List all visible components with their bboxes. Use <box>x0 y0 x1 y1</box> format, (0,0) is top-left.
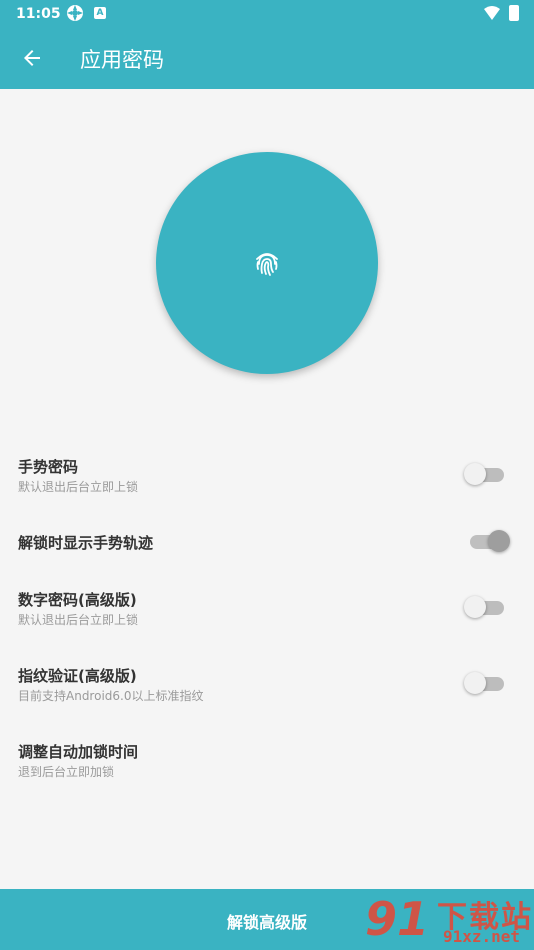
watermark-logo: 91 下载站 91xz.net <box>365 890 534 950</box>
gesture-password-switch[interactable] <box>464 463 504 485</box>
settings-status-icon <box>67 5 83 21</box>
watermark-91: 91 <box>365 892 430 946</box>
row-subtitle: 默认退出后台立即上锁 <box>18 613 139 627</box>
row-subtitle: 目前支持Android6.0以上标准指纹 <box>18 689 204 703</box>
settings-row-number-password[interactable]: 数字密码(高级版) 默认退出后台立即上锁 <box>0 585 534 645</box>
show-gesture-trail-switch[interactable] <box>470 530 510 552</box>
status-time: 11:05 <box>16 6 61 22</box>
row-title: 指纹验证(高级版) <box>18 667 137 685</box>
watermark-url: 91xz.net <box>443 927 521 946</box>
row-title: 解锁时显示手势轨迹 <box>18 534 154 552</box>
status-bar: 11:05 A <box>0 0 534 28</box>
row-title: 手势密码 <box>18 458 79 476</box>
fingerprint-icon <box>256 253 278 276</box>
settings-row-gesture-password[interactable]: 手势密码 默认退出后台立即上锁 <box>0 452 534 512</box>
row-subtitle: 退到后台立即加锁 <box>18 765 115 779</box>
row-title: 数字密码(高级版) <box>18 591 137 609</box>
number-password-switch[interactable] <box>464 596 504 618</box>
wifi-icon <box>484 6 500 20</box>
fingerprint-verify-switch[interactable] <box>464 672 504 694</box>
back-arrow-icon[interactable] <box>20 46 44 70</box>
settings-row-show-gesture-trail[interactable]: 解锁时显示手势轨迹 <box>0 528 534 588</box>
battery-icon <box>509 5 519 21</box>
app-bar: 11:05 A 应用密码 <box>0 0 534 89</box>
fingerprint-button[interactable] <box>156 152 378 374</box>
a-status-icon: A <box>94 7 106 19</box>
page-title: 应用密码 <box>80 48 164 72</box>
settings-row-fingerprint-verify[interactable]: 指纹验证(高级版) 目前支持Android6.0以上标准指纹 <box>0 661 534 721</box>
settings-row-auto-lock-time[interactable]: 调整自动加锁时间 退到后台立即加锁 <box>0 737 534 797</box>
row-title: 调整自动加锁时间 <box>18 743 139 761</box>
row-subtitle: 默认退出后台立即上锁 <box>18 480 139 494</box>
